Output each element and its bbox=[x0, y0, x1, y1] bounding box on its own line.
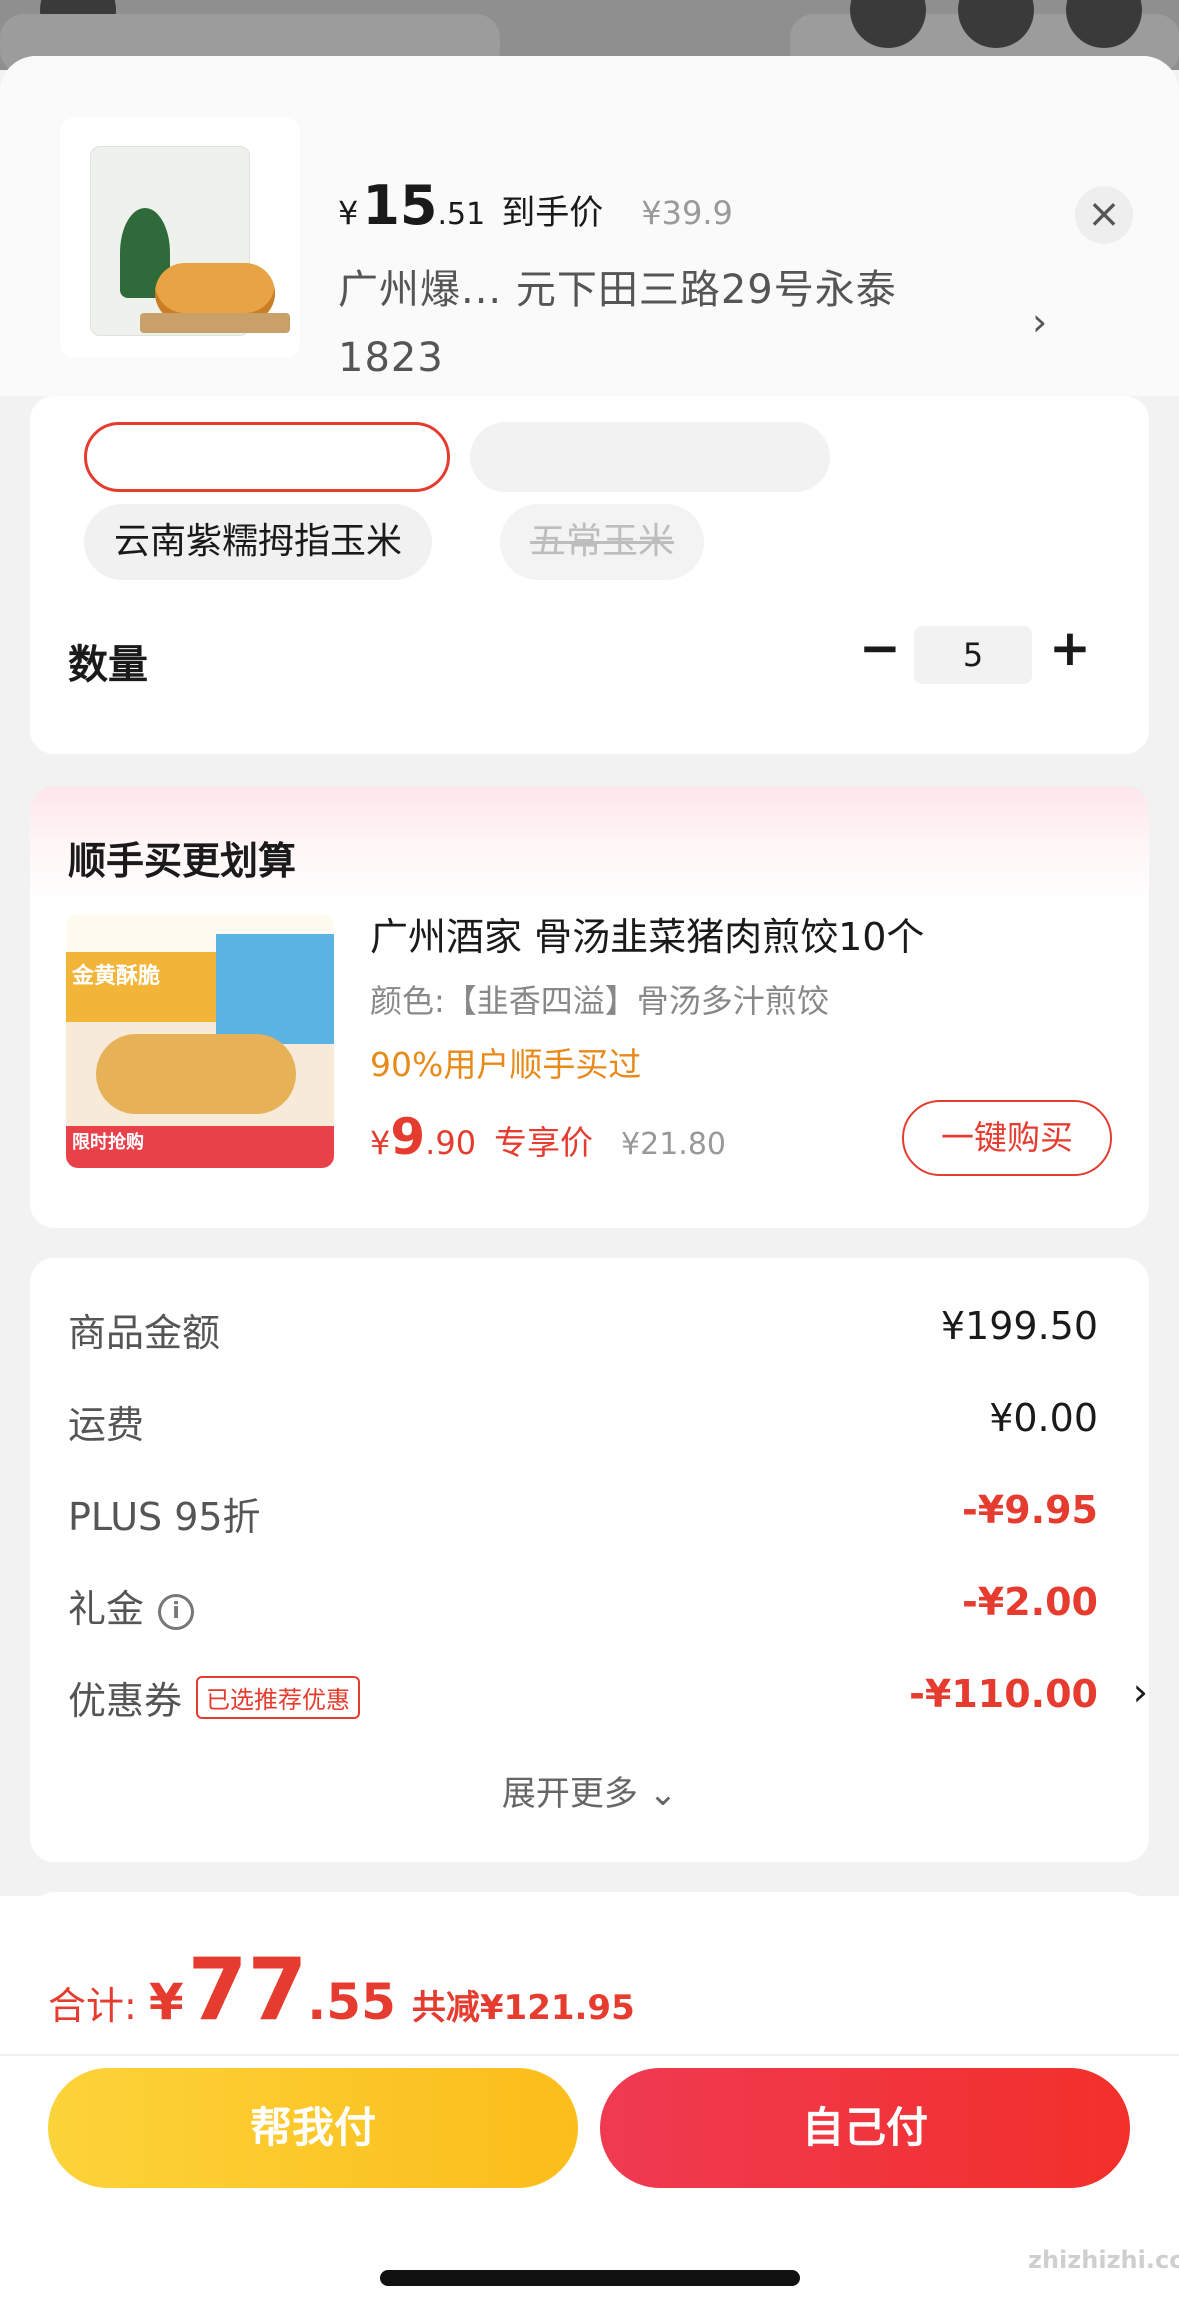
close-icon[interactable]: × bbox=[1075, 186, 1133, 244]
price-row-value: -¥2.00 bbox=[962, 1580, 1098, 1624]
home-indicator[interactable] bbox=[380, 2270, 800, 2286]
price-row-label: 运费 bbox=[68, 1403, 145, 1447]
spec-chip-selected[interactable] bbox=[84, 422, 450, 492]
spec-card: 云南紫糯拇指玉米 五常玉米 数量 − 5 + bbox=[30, 396, 1149, 754]
pay-myself-button[interactable]: 自己付 bbox=[600, 2068, 1130, 2188]
total-dec: .55 bbox=[307, 1973, 396, 2031]
price-int: 15 bbox=[362, 174, 438, 237]
quantity-input[interactable]: 5 bbox=[914, 626, 1032, 684]
addon-title: 顺手买更划算 bbox=[68, 839, 297, 883]
price-row-subtotal: 商品金额 ¥199.50 bbox=[68, 1302, 1098, 1362]
coupon-badge: 已选推荐优惠 bbox=[196, 1676, 361, 1719]
price-row-label: 礼金 i bbox=[68, 1578, 195, 1633]
one-click-buy-button[interactable]: 一键购买 bbox=[902, 1100, 1112, 1176]
quantity-label: 数量 bbox=[68, 642, 148, 688]
total-label: 合计: bbox=[48, 1984, 137, 2028]
price-detail-card: 商品金额 ¥199.50 运费 ¥0.00 PLUS 95折 -¥9.95 礼金… bbox=[30, 1258, 1149, 1862]
addon-original-price: ¥21.80 bbox=[621, 1127, 727, 1162]
addon-price-tag: 专享价 bbox=[494, 1123, 594, 1162]
quantity-decrease-button[interactable]: − bbox=[850, 620, 910, 680]
total-saved: 共减¥121.95 bbox=[411, 1988, 635, 2028]
addon-price-dec: .90 bbox=[425, 1124, 477, 1162]
price-row-plus-discount: PLUS 95折 -¥9.95 bbox=[68, 1486, 1098, 1546]
total-symbol: ¥ bbox=[148, 1973, 184, 2031]
price-row-label: 商品金额 bbox=[68, 1311, 221, 1355]
addon-price: ¥ 9 .90 专享价 ¥21.80 bbox=[370, 1108, 726, 1166]
total-int: 77 bbox=[187, 1940, 308, 2040]
price-dec: .51 bbox=[437, 197, 486, 232]
price-row-value: ¥0.00 bbox=[989, 1396, 1098, 1440]
quantity-increase-button[interactable]: + bbox=[1040, 620, 1100, 680]
price-row-value: -¥9.95 bbox=[962, 1488, 1098, 1532]
total-price: 合计: ¥ 77 .55 共减¥121.95 bbox=[48, 1940, 635, 2040]
addon-image-promo: 限时抢购 bbox=[72, 1132, 144, 1153]
addon-popularity-text: 90%用户顺手买过 bbox=[370, 1045, 642, 1084]
product-summary-header: ¥ 15 .51 到手价 ¥39.9 广州爆... 元下田三路29号永泰1823… bbox=[0, 56, 1179, 396]
checkout-bar: 合计: ¥ 77 .55 共减¥121.95 帮我付 自己付 zhizhizhi… bbox=[0, 1896, 1179, 2308]
gift-money-label: 礼金 bbox=[68, 1587, 145, 1631]
product-price: ¥ 15 .51 到手价 ¥39.9 bbox=[338, 174, 733, 237]
ask-friend-pay-button[interactable]: 帮我付 bbox=[48, 2068, 578, 2188]
price-symbol: ¥ bbox=[338, 194, 359, 232]
price-row-coupon[interactable]: 优惠券 已选推荐优惠 -¥110.00 › bbox=[68, 1670, 1148, 1730]
price-row-label: PLUS 95折 bbox=[68, 1495, 261, 1539]
price-tag: 到手价 bbox=[501, 193, 604, 233]
price-row-label: 优惠券 已选推荐优惠 bbox=[68, 1670, 361, 1725]
original-price: ¥39.9 bbox=[641, 194, 733, 232]
price-row-gift-money: 礼金 i -¥2.00 bbox=[68, 1578, 1098, 1638]
price-row-value: -¥110.00 bbox=[909, 1672, 1098, 1716]
addon-product-image[interactable]: 金黄酥脆 限时抢购 bbox=[66, 914, 334, 1168]
addon-price-int: 9 bbox=[390, 1108, 426, 1166]
spec-chip[interactable] bbox=[470, 422, 830, 492]
divider bbox=[0, 2054, 1179, 2056]
expand-more-button[interactable]: 展开更多 ⌄ bbox=[30, 1766, 1149, 1815]
watermark: zhizhizhi.com bbox=[1028, 2246, 1179, 2274]
spec-chip-purple-corn[interactable]: 云南紫糯拇指玉米 bbox=[84, 504, 433, 580]
coupon-label: 优惠券 bbox=[68, 1679, 183, 1723]
info-icon[interactable]: i bbox=[158, 1594, 195, 1630]
spec-chip-wuchang-corn: 五常玉米 bbox=[500, 504, 705, 580]
delivery-address[interactable]: 广州爆... 元下田三路29号永泰1823 bbox=[338, 256, 978, 392]
addon-card: 顺手买更划算 金黄酥脆 限时抢购 广州酒家 骨汤韭菜猪肉煎饺10个 颜色:【韭香… bbox=[30, 786, 1149, 1228]
price-row-shipping: 运费 ¥0.00 bbox=[68, 1394, 1098, 1454]
addon-price-symbol: ¥ bbox=[370, 1124, 391, 1162]
addon-image-caption: 金黄酥脆 bbox=[72, 964, 161, 989]
chevron-right-icon[interactable]: › bbox=[1032, 300, 1047, 344]
addon-product-spec: 颜色:【韭香四溢】骨汤多汁煎饺 bbox=[370, 982, 829, 1020]
chevron-right-icon[interactable]: › bbox=[1133, 1670, 1148, 1714]
addon-product-name[interactable]: 广州酒家 骨汤韭菜猪肉煎饺10个 bbox=[370, 906, 924, 961]
product-thumbnail[interactable] bbox=[60, 118, 300, 358]
price-row-value: ¥199.50 bbox=[940, 1304, 1098, 1348]
